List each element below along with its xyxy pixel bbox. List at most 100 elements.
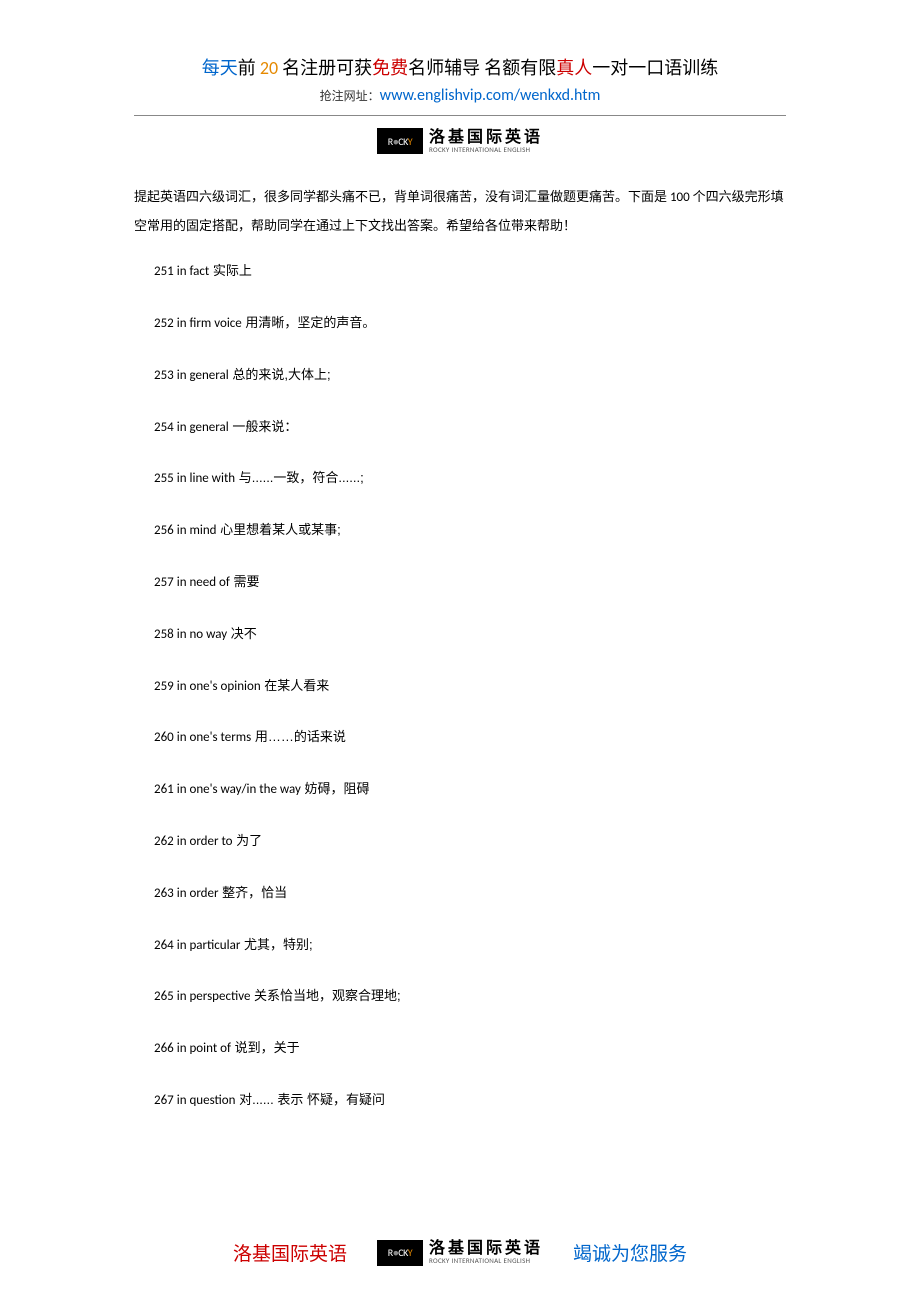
- entry-number: 254: [154, 420, 174, 435]
- entry-chinese: 总的来说,大体上;: [229, 367, 331, 382]
- logo-mark-icon: R●CKY: [377, 128, 423, 154]
- page-footer: 洛基国际英语 R●CKY 洛基国际英语 ROCKY INTERNATIONAL …: [0, 1239, 920, 1266]
- entry-number: 263: [154, 886, 174, 901]
- entry-number: 265: [154, 989, 174, 1004]
- entry-number: 252: [154, 316, 174, 331]
- list-item: 261 in one's way/in the way 妨碍，阻碍: [154, 779, 786, 801]
- entry-english: in one's way/in the way: [174, 782, 301, 797]
- entry-chinese: 需要: [230, 574, 260, 589]
- entry-english: in general: [174, 420, 229, 435]
- logo-chinese: 洛基国际英语: [429, 1241, 543, 1257]
- intro-paragraph: 提起英语四六级词汇，很多同学都头痛不已，背单词很痛苦，没有词汇量做题更痛苦。下面…: [134, 184, 786, 241]
- promo-text-9: 一对一口语训练: [592, 57, 718, 79]
- entry-english: in need of: [174, 575, 230, 590]
- logo-english: ROCKY INTERNATIONAL ENGLISH: [429, 146, 543, 153]
- vocabulary-list: 251 in fact 实际上 252 in firm voice 用清晰，坚定的…: [134, 261, 786, 1112]
- url-label: 抢注网址：: [320, 90, 380, 104]
- list-item: 264 in particular 尤其，特别;: [154, 935, 786, 957]
- logo-y: Y: [408, 1246, 412, 1259]
- list-item: 257 in need of 需要: [154, 572, 786, 594]
- entry-number: 264: [154, 938, 174, 953]
- promo-text-7: 名师辅导 名额有限: [408, 57, 556, 79]
- entry-chinese: 用……的话来说: [251, 729, 346, 744]
- logo-y: Y: [408, 135, 412, 148]
- entry-number: 253: [154, 368, 174, 383]
- entry-english: in order: [174, 886, 219, 901]
- entry-number: 267: [154, 1093, 174, 1108]
- list-item: 265 in perspective 关系恰当地，观察合理地;: [154, 986, 786, 1008]
- entry-chinese: 决不: [227, 626, 257, 641]
- promo-live: 真人: [556, 57, 592, 79]
- entry-number: 260: [154, 730, 174, 745]
- entry-english: in particular: [174, 938, 241, 953]
- entry-number: 266: [154, 1041, 174, 1056]
- promo-text-1: 每天: [202, 57, 238, 79]
- list-item: 263 in order 整齐，恰当: [154, 883, 786, 905]
- entry-english: in fact: [174, 264, 209, 279]
- promo-text-4: 名: [282, 57, 300, 79]
- promo-text-2: 前: [238, 57, 256, 79]
- list-item: 266 in point of 说到，关于: [154, 1038, 786, 1060]
- entry-english: in order to: [174, 834, 233, 849]
- list-item: 251 in fact 实际上: [154, 261, 786, 283]
- header-url-line: 抢注网址：www.englishvip.com/wenkxd.htm: [134, 86, 786, 105]
- list-item: 252 in firm voice 用清晰，坚定的声音。: [154, 313, 786, 335]
- list-item: 267 in question 对...... 表示 怀疑，有疑问: [154, 1090, 786, 1112]
- entry-english: in perspective: [174, 989, 251, 1004]
- entry-chinese: 对...... 表示 怀疑，有疑问: [235, 1092, 385, 1107]
- brand-logo: R●CKY 洛基国际英语 ROCKY INTERNATIONAL ENGLISH: [377, 128, 543, 154]
- entry-chinese: 关系恰当地，观察合理地;: [250, 988, 400, 1003]
- logo-mark-icon: R●CKY: [377, 1240, 423, 1266]
- entry-chinese: 在某人看来: [261, 678, 330, 693]
- list-item: 258 in no way 决不: [154, 624, 786, 646]
- logo-ck: CK: [398, 1246, 408, 1259]
- logo-english: ROCKY INTERNATIONAL ENGLISH: [429, 1257, 543, 1264]
- entry-chinese: 说到，关于: [231, 1040, 300, 1055]
- logo-top: R●CKY 洛基国际英语 ROCKY INTERNATIONAL ENGLISH: [134, 128, 786, 154]
- entry-number: 257: [154, 575, 174, 590]
- promo-free: 免费: [372, 57, 408, 79]
- footer-slogan: 竭诚为您服务: [573, 1239, 687, 1266]
- entry-number: 256: [154, 523, 174, 538]
- entry-english: in line with: [174, 471, 235, 486]
- entry-english: in question: [174, 1093, 236, 1108]
- entry-chinese: 与......一致，符合......;: [235, 470, 364, 485]
- entry-chinese: 一般来说：: [229, 419, 298, 434]
- page-header: 每天前 20 名注册可获免费名师辅导 名额有限真人一对一口语训练 抢注网址：ww…: [134, 55, 786, 116]
- document-page: 每天前 20 名注册可获免费名师辅导 名额有限真人一对一口语训练 抢注网址：ww…: [0, 0, 920, 1302]
- entry-number: 258: [154, 627, 174, 642]
- list-item: 254 in general 一般来说：: [154, 417, 786, 439]
- list-item: 253 in general 总的来说,大体上;: [154, 365, 786, 387]
- entry-number: 251: [154, 264, 174, 279]
- list-item: 256 in mind 心里想着某人或某事;: [154, 520, 786, 542]
- footer-logo: R●CKY 洛基国际英语 ROCKY INTERNATIONAL ENGLISH: [377, 1240, 543, 1266]
- logo-text: 洛基国际英语 ROCKY INTERNATIONAL ENGLISH: [429, 1241, 543, 1264]
- entry-chinese: 为了: [233, 833, 263, 848]
- entry-number: 261: [154, 782, 174, 797]
- entry-english: in firm voice: [174, 316, 242, 331]
- entry-number: 259: [154, 679, 174, 694]
- header-promo-line: 每天前 20 名注册可获免费名师辅导 名额有限真人一对一口语训练: [134, 55, 786, 82]
- promo-url[interactable]: www.englishvip.com/wenkxd.htm: [380, 86, 601, 105]
- entry-chinese: 整齐，恰当: [219, 885, 288, 900]
- entry-chinese: 尤其，特别;: [240, 937, 312, 952]
- entry-number: 262: [154, 834, 174, 849]
- entry-chinese: 用清晰，坚定的声音。: [242, 315, 376, 330]
- list-item: 260 in one's terms 用……的话来说: [154, 727, 786, 749]
- entry-chinese: 妨碍，阻碍: [301, 781, 370, 796]
- entry-english: in one's opinion: [174, 679, 261, 694]
- entry-english: in no way: [174, 627, 227, 642]
- logo-ck: CK: [398, 135, 408, 148]
- entry-number: 255: [154, 471, 174, 486]
- entry-english: in point of: [174, 1041, 231, 1056]
- entry-english: in mind: [174, 523, 217, 538]
- list-item: 259 in one's opinion 在某人看来: [154, 676, 786, 698]
- logo-text: 洛基国际英语 ROCKY INTERNATIONAL ENGLISH: [429, 130, 543, 153]
- footer-brand: 洛基国际英语: [233, 1239, 347, 1266]
- list-item: 262 in order to 为了: [154, 831, 786, 853]
- entry-english: in general: [174, 368, 229, 383]
- entry-chinese: 心里想着某人或某事;: [217, 522, 341, 537]
- promo-text-5: 注册可获: [300, 57, 372, 79]
- list-item: 255 in line with 与......一致，符合......;: [154, 468, 786, 490]
- promo-number: 20: [256, 57, 282, 79]
